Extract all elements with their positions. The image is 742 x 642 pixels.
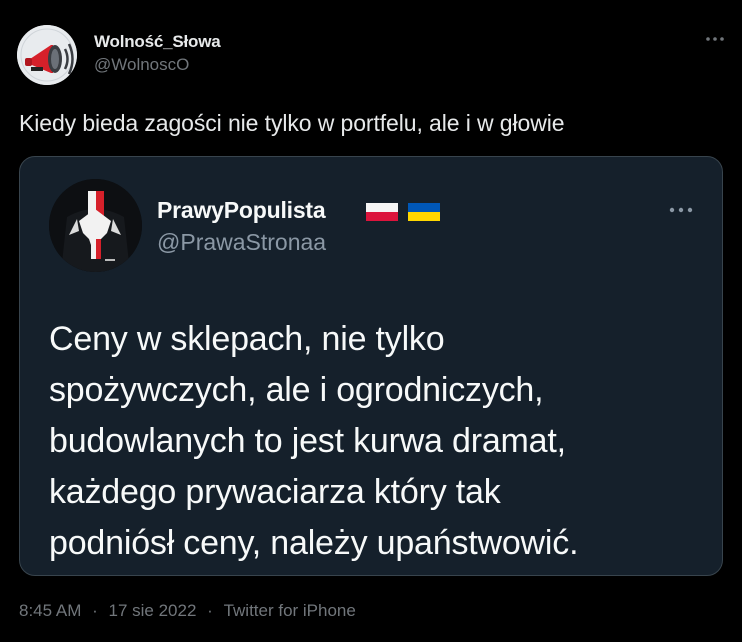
ukraine-flag-icon xyxy=(408,203,440,221)
quoted-author-avatar[interactable] xyxy=(49,179,142,272)
meta-separator: · xyxy=(207,601,213,620)
quoted-text-line: Ceny w sklepach, nie tylko xyxy=(49,320,445,358)
megaphone-icon xyxy=(17,25,77,85)
more-horizontal-icon[interactable] xyxy=(667,202,695,218)
quoted-text-line: spożywczych, ale i ogrodniczych, xyxy=(49,371,544,409)
tweet-meta: 8:45 AM · 17 sie 2022 · Twitter for iPho… xyxy=(19,601,356,621)
quoted-text-line: każdego prywaciarza który tak xyxy=(49,473,501,511)
more-horizontal-icon[interactable] xyxy=(704,32,726,46)
eagle-emblem-icon xyxy=(49,179,142,272)
quoted-tweet-card[interactable]: PrawyPopulista @PrawaStronaa Ceny w skle… xyxy=(19,156,723,576)
tweet-time[interactable]: 8:45 AM xyxy=(19,601,81,621)
quoted-text-line: budowlanych to jest kurwa dramat, xyxy=(49,422,566,460)
author-avatar[interactable] xyxy=(17,25,77,85)
quoted-author-name[interactable]: PrawyPopulista xyxy=(157,197,326,224)
quoted-author-handle[interactable]: @PrawaStronaa xyxy=(157,229,326,256)
quoted-tweet-text: Ceny w sklepach, nie tylko spożywczych, … xyxy=(49,314,699,569)
tweet-text: Kiedy bieda zagości nie tylko w portfelu… xyxy=(19,110,565,136)
poland-flag-icon xyxy=(366,203,398,221)
author-handle[interactable]: @WolnoscO xyxy=(94,55,189,75)
author-name[interactable]: Wolność_Słowa xyxy=(94,32,221,52)
quoted-text-line: podniósł ceny, należy upaństwowić. xyxy=(49,524,579,562)
tweet-date[interactable]: 17 sie 2022 xyxy=(109,601,197,621)
author-flags xyxy=(366,203,440,221)
tweet-source[interactable]: Twitter for iPhone xyxy=(224,601,356,621)
meta-separator: · xyxy=(92,601,98,620)
